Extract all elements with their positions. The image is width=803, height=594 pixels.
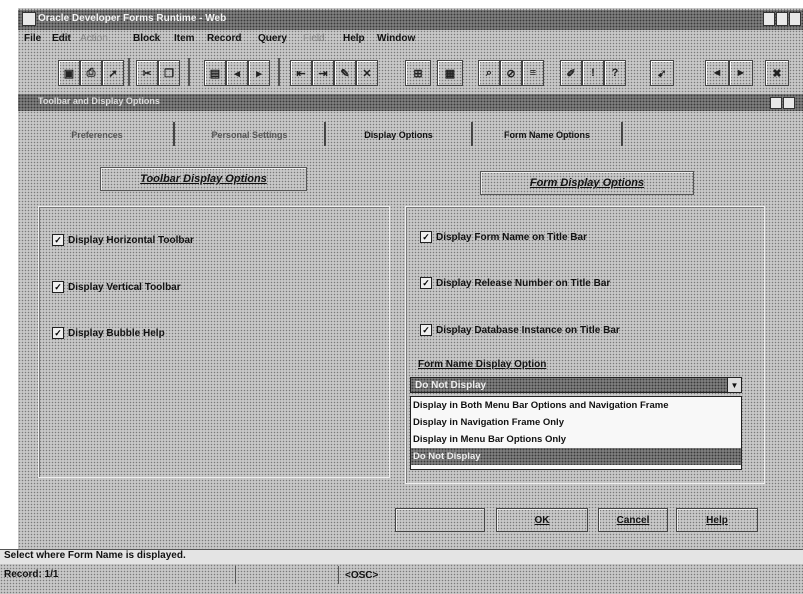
option-navigation-only[interactable]: Display in Navigation Frame Only xyxy=(411,414,741,431)
form-name-display-label: Form Name Display Option xyxy=(418,359,547,370)
cancel-button[interactable]: Cancel xyxy=(598,508,668,532)
option-menu-only[interactable]: Display in Menu Bar Options Only xyxy=(411,431,741,448)
toolbar-separator xyxy=(278,58,280,86)
tab-separator xyxy=(621,122,623,146)
close-icon[interactable] xyxy=(789,12,801,26)
status-bar xyxy=(0,564,803,594)
previous-icon[interactable]: ◄ xyxy=(705,60,729,86)
checkbox-label: Display Bubble Help xyxy=(68,327,165,339)
tab-separator xyxy=(471,122,473,146)
tab-separator xyxy=(173,122,175,146)
help-button[interactable]: Help xyxy=(676,508,758,532)
release-number-checkbox[interactable]: ✓ Display Release Number on Title Bar xyxy=(420,277,610,289)
checkmark-icon: ✓ xyxy=(52,327,64,339)
checkmark-icon: ✓ xyxy=(420,277,432,289)
prev-block-icon[interactable]: ◂ xyxy=(226,60,248,86)
maximize-icon[interactable] xyxy=(776,12,788,26)
toolbar-separator xyxy=(128,58,130,86)
exit-icon[interactable]: ➚ xyxy=(102,60,124,86)
vertical-toolbar-checkbox[interactable]: ✓ Display Vertical Toolbar xyxy=(52,281,181,293)
osc-indicator: <OSC> xyxy=(345,570,379,581)
blank-button[interactable] xyxy=(395,508,485,532)
menu-record[interactable]: Record xyxy=(207,33,241,44)
menu-block[interactable]: Block xyxy=(133,33,160,44)
status-divider xyxy=(338,566,339,584)
checkmark-icon: ✓ xyxy=(52,234,64,246)
checkmark-icon: ✓ xyxy=(420,324,432,336)
hint-text: Select where Form Name is displayed. xyxy=(4,550,186,561)
select-value: Do Not Display xyxy=(415,379,487,391)
paste-icon[interactable]: ▤ xyxy=(204,60,226,86)
bubble-help-checkbox[interactable]: ✓ Display Bubble Help xyxy=(52,327,165,339)
form-name-display-options: Display in Both Menu Bar Options and Nav… xyxy=(410,396,742,470)
option-do-not-display[interactable]: Do Not Display xyxy=(411,448,741,465)
insert-icon[interactable]: ✎ xyxy=(334,60,356,86)
close-form-icon[interactable]: ✖ xyxy=(765,60,789,86)
menu-action[interactable]: Action xyxy=(80,33,108,44)
system-menu-icon[interactable] xyxy=(22,12,36,26)
menu-help[interactable]: Help xyxy=(343,33,365,44)
menu-edit[interactable]: Edit xyxy=(52,33,71,44)
next-record-icon[interactable]: ⇤ xyxy=(290,60,312,86)
tab-extra[interactable] xyxy=(624,124,774,146)
edit-icon[interactable]: ✐ xyxy=(560,60,582,86)
checkmark-icon: ✓ xyxy=(420,231,432,243)
minimize-icon[interactable] xyxy=(763,12,775,26)
list-icon[interactable]: ≡ xyxy=(522,60,544,86)
prev-record-icon[interactable]: ▸ xyxy=(248,60,270,86)
status-divider xyxy=(235,566,236,584)
checkbox-label: Display Vertical Toolbar xyxy=(68,281,181,293)
enter-query-icon[interactable]: ▦ xyxy=(437,60,463,86)
menu-query[interactable]: Query xyxy=(258,33,287,44)
copy-icon[interactable]: ❐ xyxy=(158,60,180,86)
toolbar-options-group xyxy=(38,206,390,478)
help-icon[interactable]: ? xyxy=(604,60,626,86)
cut-icon[interactable]: ✂ xyxy=(136,60,158,86)
menu-file[interactable]: File xyxy=(24,33,41,44)
form-title: Toolbar and Display Options xyxy=(38,96,160,106)
toolbar-display-options-button[interactable]: Toolbar Display Options xyxy=(100,167,307,191)
cancel-query-icon[interactable]: ⊘ xyxy=(500,60,522,86)
form-display-options-button[interactable]: Form Display Options xyxy=(480,171,694,195)
next-icon[interactable]: ► xyxy=(729,60,753,86)
chevron-down-icon[interactable]: ▼ xyxy=(727,378,741,392)
record-indicator: Record: 1/1 xyxy=(4,569,59,580)
tab-display-options[interactable]: Display Options xyxy=(327,124,470,146)
checkbox-label: Display Database Instance on Title Bar xyxy=(436,324,620,336)
tab-separator xyxy=(324,122,326,146)
form-minimize-icon[interactable] xyxy=(770,97,782,109)
menu-item[interactable]: Item xyxy=(174,33,195,44)
display-error-icon[interactable]: ! xyxy=(582,60,604,86)
database-instance-checkbox[interactable]: ✓ Display Database Instance on Title Bar xyxy=(420,324,620,336)
form-name-display-select[interactable]: Do Not Display ▼ xyxy=(410,377,742,393)
menu-window[interactable]: Window xyxy=(377,33,415,44)
checkbox-label: Display Horizontal Toolbar xyxy=(68,234,194,246)
tab-preferences[interactable]: Preferences xyxy=(22,124,172,146)
next-block-icon[interactable]: ⇥ xyxy=(312,60,334,86)
checkbox-label: Display Release Number on Title Bar xyxy=(436,277,611,289)
checkmark-icon: ✓ xyxy=(52,281,64,293)
lock-icon[interactable]: ⊞ xyxy=(405,60,431,86)
option-both[interactable]: Display in Both Menu Bar Options and Nav… xyxy=(411,397,741,414)
tab-form-name-options[interactable]: Form Name Options xyxy=(474,124,620,146)
save-icon[interactable]: ▣ xyxy=(58,60,80,86)
print-icon[interactable]: ⎙ xyxy=(80,60,102,86)
menu-field[interactable]: Field xyxy=(303,33,325,44)
checkbox-label: Display Form Name on Title Bar xyxy=(436,231,587,243)
window-title: Oracle Developer Forms Runtime - Web xyxy=(38,13,227,24)
about-icon[interactable]: ➹ xyxy=(650,60,674,86)
remove-icon[interactable]: ✕ xyxy=(356,60,378,86)
tab-personal-settings[interactable]: Personal Settings xyxy=(176,124,323,146)
ok-button[interactable]: OK xyxy=(496,508,588,532)
toolbar-separator xyxy=(188,58,190,86)
form-close-icon[interactable] xyxy=(783,97,795,109)
execute-query-icon[interactable]: ⌕ xyxy=(478,60,500,86)
form-name-title-checkbox[interactable]: ✓ Display Form Name on Title Bar xyxy=(420,231,587,243)
horizontal-toolbar-checkbox[interactable]: ✓ Display Horizontal Toolbar xyxy=(52,234,194,246)
